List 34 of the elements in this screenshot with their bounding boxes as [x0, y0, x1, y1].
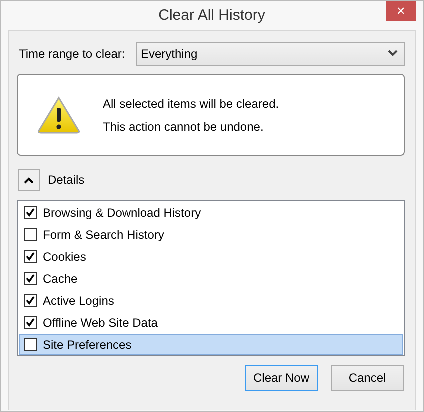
list-row[interactable]: Form & Search History	[19, 224, 403, 245]
warning-icon	[37, 96, 81, 134]
list-row[interactable]: Offline Web Site Data	[19, 312, 403, 333]
list-row[interactable]: Cache	[19, 268, 403, 289]
checkbox[interactable]	[24, 338, 37, 351]
details-toggle-button[interactable]	[18, 169, 40, 191]
checkbox-label: Cache	[43, 272, 78, 286]
chevron-up-icon	[24, 176, 34, 184]
checkbox-label: Browsing & Download History	[43, 206, 202, 220]
checkbox-label: Offline Web Site Data	[43, 316, 158, 330]
checkbox-label: Site Preferences	[43, 338, 132, 352]
checkbox[interactable]	[24, 228, 37, 241]
list-row[interactable]: Cookies	[19, 246, 403, 267]
checkbox[interactable]	[24, 250, 37, 263]
time-range-label: Time range to clear:	[19, 46, 126, 60]
checkbox[interactable]	[24, 294, 37, 307]
list-row[interactable]: Active Logins	[19, 290, 403, 311]
chevron-down-icon	[388, 50, 398, 57]
checkbox-label: Form & Search History	[43, 228, 164, 242]
cancel-button[interactable]: Cancel	[331, 365, 404, 391]
clear-now-button[interactable]: Clear Now	[245, 365, 318, 391]
checkbox[interactable]	[24, 316, 37, 329]
details-label: Details	[48, 173, 85, 187]
time-range-dropdown[interactable]: Everything	[136, 42, 405, 66]
checkbox[interactable]	[24, 206, 37, 219]
warning-text: This action cannot be undone.	[103, 120, 265, 134]
window-title: Clear All History	[158, 7, 266, 24]
checkbox-label: Cookies	[43, 250, 86, 264]
list-row[interactable]: Site Preferences	[19, 334, 403, 355]
checkbox-label: Active Logins	[43, 294, 114, 308]
list-row[interactable]: Browsing & Download History	[19, 202, 403, 223]
close-button[interactable]: ✕	[386, 1, 416, 21]
checkbox[interactable]	[24, 272, 37, 285]
warning-text: All selected items will be cleared.	[103, 96, 280, 110]
